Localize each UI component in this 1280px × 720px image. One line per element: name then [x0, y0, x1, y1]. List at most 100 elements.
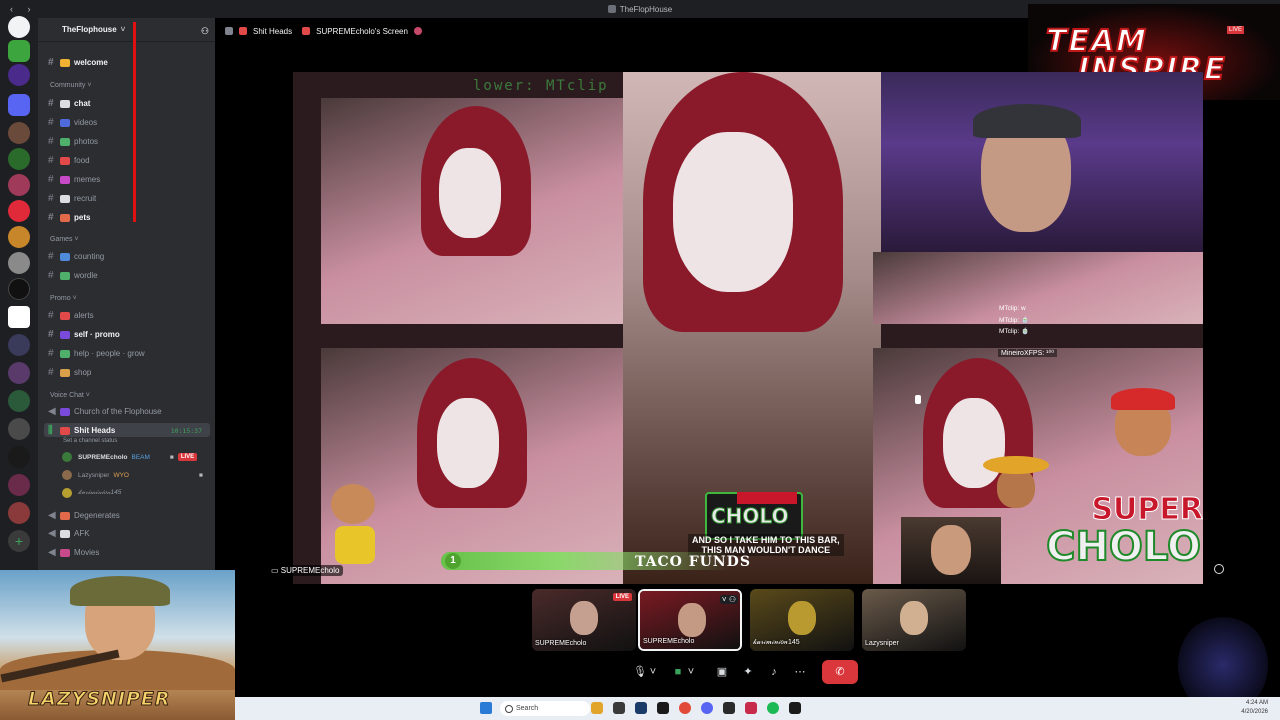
server-icon[interactable]	[8, 278, 30, 300]
guild-header[interactable]: TheFlophouse ˅ ⚇	[38, 18, 215, 42]
channel-label: food	[74, 156, 90, 165]
direct-messages-icon[interactable]	[8, 16, 30, 38]
server-icon[interactable]	[8, 362, 30, 384]
chat-line: MineiroXFPS: ¹⁰⁰	[998, 349, 1058, 357]
disconnect-button[interactable]: ✆	[822, 660, 858, 684]
channel-emoji-icon	[60, 175, 70, 184]
more-button[interactable]: ⋯	[788, 660, 812, 684]
server-icon[interactable]	[8, 418, 30, 440]
channel-emoji-icon	[60, 118, 70, 127]
taskbar-app-icon[interactable]	[657, 702, 669, 714]
server-icon[interactable]	[8, 390, 30, 412]
taskbar-app-icon[interactable]	[613, 702, 625, 714]
add-member-icon[interactable]: ⚇	[201, 26, 209, 37]
taskbar-search[interactable]: Search	[500, 701, 590, 716]
taskbar-clock[interactable]: 4:24 AM 4/20/2026	[1241, 699, 1268, 717]
server-icon[interactable]	[8, 40, 30, 62]
server-icon[interactable]	[8, 446, 30, 468]
taco-funds-label: TACO FUNDS	[635, 554, 751, 570]
search-label: Search	[516, 705, 539, 712]
server-icon	[607, 5, 616, 13]
category-games[interactable]: Games ˅	[50, 236, 79, 243]
folder-icon[interactable]	[8, 94, 30, 116]
server-icon[interactable]	[8, 200, 30, 222]
participant-tile[interactable]: Lazysniper	[862, 589, 966, 651]
discord-icon[interactable]	[701, 702, 713, 714]
voice-channel-church[interactable]: ◀ Church of the Flophouse	[48, 404, 210, 419]
voice-user[interactable]: 𝓀𝓊𝓇𝒾𝓂𝒾𝓃𝒾𝑜𝓃145	[62, 487, 121, 499]
server-icon[interactable]	[8, 334, 30, 356]
voice-user[interactable]: Lazysniper WYO ■	[62, 469, 203, 481]
channel-status-hint[interactable]: Set a channel status	[63, 438, 117, 444]
channel-welcome[interactable]: # welcome	[48, 55, 210, 70]
taskbar-app-icon[interactable]	[789, 702, 801, 714]
hash-icon: #	[48, 193, 54, 204]
voice-channel-afk[interactable]: ◀ AFK	[48, 526, 210, 541]
channel-memes[interactable]: # memes	[48, 172, 210, 187]
voice-active-icon: ⫼	[48, 425, 53, 436]
participant-tile[interactable]: SUPREMEcholo ˅ ⚇	[638, 589, 742, 651]
screen-share-stream[interactable]: lower: MTclip MTclip: w MTclip: 🍵 MTclip…	[293, 72, 1203, 584]
camera-options-button[interactable]: ˅	[684, 660, 698, 684]
category-voice[interactable]: Voice Chat ˅	[50, 392, 90, 399]
spotify-icon[interactable]	[767, 702, 779, 714]
server-icon[interactable]	[8, 502, 30, 524]
channel-shop[interactable]: # shop	[48, 365, 210, 380]
category-label: Voice Chat	[50, 392, 84, 399]
participant-tiles: LIVE SUPREMEcholo SUPREMEcholo ˅ ⚇ 𝓀𝓊𝓇𝒾𝓂…	[532, 589, 972, 651]
server-icon[interactable]	[8, 252, 30, 274]
taskbar-app-icon[interactable]	[723, 702, 735, 714]
topbar-screen-name: SUPREMEcholo's Screen	[316, 26, 408, 36]
lazysniper-overlay: LAZYSNIPER	[0, 570, 235, 720]
channel-recruit[interactable]: # recruit	[48, 191, 210, 206]
participant-tile[interactable]: 𝓀𝓊𝓇𝒾𝓂𝒾𝓃𝒾𝑜𝓃145	[750, 589, 854, 651]
channel-emoji-icon	[60, 529, 70, 538]
taskbar-app-icon[interactable]	[635, 702, 647, 714]
server-icon[interactable]	[8, 148, 30, 170]
server-icon[interactable]	[8, 306, 30, 328]
voice-channel-degenerates[interactable]: ◀ Degenerates	[48, 508, 210, 523]
server-icon[interactable]	[8, 122, 30, 144]
channel-label: chat	[74, 99, 91, 108]
channel-photos[interactable]: # photos	[48, 134, 210, 149]
windows-start-icon[interactable]	[480, 702, 492, 714]
tile-face	[788, 601, 816, 635]
taskbar-app-icon[interactable]	[591, 702, 603, 714]
voice-channel-shit-heads[interactable]: ⫼ Shit Heads 10:15:37	[48, 423, 210, 438]
server-icon[interactable]	[8, 174, 30, 196]
server-icon[interactable]	[8, 64, 30, 86]
channel-pets[interactable]: # pets	[48, 210, 210, 225]
channel-counting[interactable]: # counting	[48, 249, 210, 264]
channel-self-promo[interactable]: # self · promo	[48, 327, 210, 342]
taskbar-app-icon[interactable]	[745, 702, 757, 714]
add-server-icon[interactable]: +	[8, 530, 30, 552]
category-community[interactable]: Community ˅	[50, 82, 91, 89]
share-screen-button[interactable]: ▣	[710, 660, 734, 684]
voice-user[interactable]: SUPREMEcholo BEAM ■ LIVE	[62, 451, 198, 463]
channel-emoji-icon	[60, 252, 70, 261]
channel-emoji-icon	[60, 99, 70, 108]
category-promo[interactable]: Promo ˅	[50, 295, 77, 302]
mic-options-button[interactable]: ˅	[646, 660, 660, 684]
channel-chat[interactable]: # chat	[48, 96, 210, 111]
channel-food[interactable]: # food	[48, 153, 210, 168]
participant-tile[interactable]: LIVE SUPREMEcholo	[532, 589, 636, 651]
voice-channel-movies[interactable]: ◀ Movies	[48, 545, 210, 560]
sticker-body	[335, 526, 375, 564]
activities-button[interactable]: ✦	[736, 660, 760, 684]
screen-crumb[interactable]: SUPREMEcholo's Screen	[302, 27, 428, 36]
tile-options-icon[interactable]: ˅ ⚇	[719, 595, 738, 604]
server-icon[interactable]	[8, 474, 30, 496]
channel-help-people-grow[interactable]: # help · people · grow	[48, 346, 210, 361]
channel-videos[interactable]: # videos	[48, 115, 210, 130]
zoom-icon[interactable]	[1214, 564, 1224, 574]
channel-emoji-icon	[302, 27, 311, 35]
nav-arrows[interactable]: ‹ ›	[10, 4, 37, 14]
soundboard-button[interactable]: ♪	[762, 660, 786, 684]
chrome-icon[interactable]	[679, 702, 691, 714]
channel-alerts[interactable]: # alerts	[48, 308, 210, 323]
channel-crumb[interactable]: Shit Heads	[225, 27, 292, 36]
hash-icon: #	[48, 212, 54, 223]
channel-wordle[interactable]: # wordle	[48, 268, 210, 283]
server-icon[interactable]	[8, 226, 30, 248]
